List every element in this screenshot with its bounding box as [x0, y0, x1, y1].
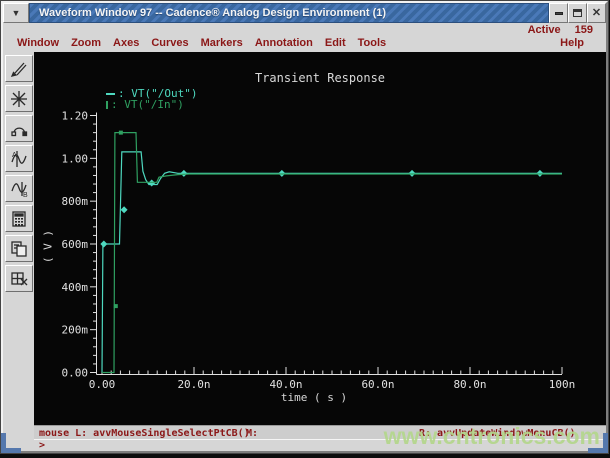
active-status-label: Active: [527, 23, 561, 36]
calculator-tool-button[interactable]: [4, 205, 33, 232]
menu-item-tools[interactable]: Tools: [358, 37, 387, 49]
menu-item-annotation[interactable]: Annotation: [255, 37, 313, 49]
calculator-icon: [11, 210, 26, 227]
svg-text:60.0n: 60.0n: [361, 378, 394, 391]
active-strip: Active 159: [3, 23, 606, 36]
arc-probe-tool-button[interactable]: [4, 115, 33, 142]
svg-text:0.00: 0.00: [62, 367, 89, 380]
minimize-button[interactable]: [549, 3, 568, 23]
toolbar: A B: [3, 52, 34, 451]
arc-icon: [10, 126, 27, 136]
starburst-icon: [10, 90, 27, 107]
prompt-caret: >: [39, 440, 46, 451]
vertical-marker-tool-button[interactable]: A: [4, 145, 33, 172]
starburst-tool-button[interactable]: [4, 85, 33, 112]
svg-text:600m: 600m: [62, 238, 89, 251]
cut-window-icon: [10, 271, 27, 285]
horizontal-marker-b-icon: B: [10, 181, 28, 199]
close-button[interactable]: ✕: [587, 3, 606, 23]
horizontal-marker-tool-button[interactable]: B: [4, 175, 33, 202]
chevron-down-icon: ▼: [11, 8, 21, 18]
menu-item-help[interactable]: Help: [560, 37, 584, 49]
svg-text:80.0n: 80.0n: [453, 378, 486, 391]
menu-item-markers[interactable]: Markers: [201, 37, 243, 49]
menu-item-window[interactable]: Window: [17, 37, 59, 49]
svg-text:1.00: 1.00: [62, 152, 89, 165]
svg-text:400m: 400m: [62, 281, 89, 294]
maximize-button[interactable]: [568, 3, 587, 23]
window-menu-button[interactable]: ▼: [3, 3, 29, 23]
close-icon: ✕: [591, 6, 602, 19]
maximize-icon: [573, 9, 582, 17]
copy-icon: [10, 240, 27, 257]
menu-item-zoom[interactable]: Zoom: [71, 37, 101, 49]
menu-bar: Window Zoom Axes Curves Markers Annotati…: [3, 36, 606, 52]
vertical-marker-a-icon: A: [10, 150, 27, 167]
minimize-icon: [554, 11, 563, 15]
svg-text:100n: 100n: [549, 378, 576, 391]
menu-item-axes[interactable]: Axes: [113, 37, 139, 49]
pen-tool-button[interactable]: [4, 55, 33, 82]
svg-text:40.0n: 40.0n: [269, 378, 302, 391]
svg-text:20.0n: 20.0n: [177, 378, 210, 391]
svg-text:800m: 800m: [62, 195, 89, 208]
svg-text:200m: 200m: [62, 324, 89, 337]
window-title: Waveform Window 97 -- Cadence® Analog De…: [39, 7, 387, 19]
svg-text:0.00: 0.00: [89, 378, 116, 391]
plot-area: Transient Response : VT("/Out") : VT("/I…: [34, 52, 606, 425]
copy-subwindow-tool-button[interactable]: [4, 235, 33, 262]
pen-icon: [10, 62, 26, 77]
menu-item-curves[interactable]: Curves: [151, 37, 188, 49]
waveform-window: ▼ Waveform Window 97 -- Cadence® Analog …: [0, 0, 609, 454]
resize-grip-bottom-left[interactable]: [1, 433, 21, 453]
waveform-svg[interactable]: 0.00 20.0n 40.0n 60.0n 80.0n 100n 0.00 200m 400m…: [34, 52, 606, 425]
svg-text:B: B: [23, 192, 28, 199]
svg-text:1.20: 1.20: [62, 109, 89, 122]
mouse-left-binding: mouse L: avvMouseSingleSelectPtCB(): [39, 428, 250, 439]
delete-subwindow-tool-button[interactable]: [4, 265, 33, 292]
y-axis-unit-label: ( V ): [41, 229, 55, 264]
svg-text:A: A: [12, 152, 17, 159]
menu-item-edit[interactable]: Edit: [325, 37, 346, 49]
watermark: www.cntronics.com: [383, 423, 600, 449]
active-count: 159: [574, 23, 593, 36]
title-strip[interactable]: Waveform Window 97 -- Cadence® Analog De…: [29, 3, 549, 23]
mouse-middle-binding: M:: [246, 428, 259, 439]
title-bar[interactable]: ▼ Waveform Window 97 -- Cadence® Analog …: [3, 3, 606, 23]
x-axis-unit-label: time ( s ): [280, 391, 348, 404]
